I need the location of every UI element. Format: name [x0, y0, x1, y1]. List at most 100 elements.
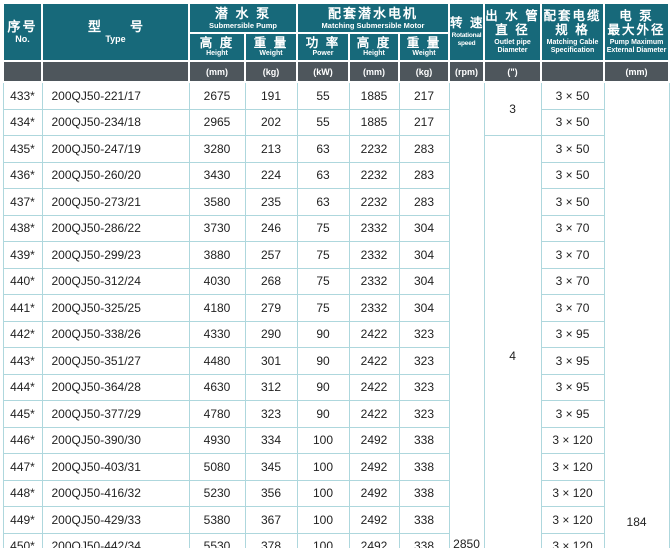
- cell-pump-weight: 312: [245, 374, 297, 401]
- cell-no: 450*: [3, 533, 42, 548]
- col-header-maxdia-zh2: 最大外径: [605, 23, 668, 37]
- col-header-outlet-en2: Diameter: [485, 47, 540, 55]
- cell-cable: 3 × 70: [541, 242, 604, 269]
- cell-motor-weight: 304: [399, 268, 449, 295]
- header-row-groups: 序号 No. 型 号 Type 潜 水 泵 Submersible Pump 配…: [3, 3, 669, 33]
- cell-pump-height: 4180: [189, 295, 245, 322]
- table-row: 450*200QJ50-442/34553037810024923383 × 1…: [3, 533, 669, 548]
- cell-power: 63: [297, 162, 349, 189]
- cell-motor-weight: 323: [399, 401, 449, 428]
- cell-motor-height: 2492: [349, 533, 399, 548]
- cell-pump-height: 5080: [189, 454, 245, 481]
- cell-power: 75: [297, 268, 349, 295]
- cell-pump-weight: 323: [245, 401, 297, 428]
- group-header-motor-en: Matching Submersible Motor: [298, 21, 448, 30]
- cell-pump-weight: 202: [245, 109, 297, 136]
- merged-cell-max-diameter: 184: [604, 82, 669, 548]
- cell-power: 63: [297, 136, 349, 163]
- cell-motor-height: 2492: [349, 507, 399, 534]
- cell-pump-weight: 246: [245, 215, 297, 242]
- cell-motor-height: 2422: [349, 401, 399, 428]
- cell-cable: 3 × 50: [541, 109, 604, 136]
- cell-motor-height: 2232: [349, 162, 399, 189]
- cell-power: 75: [297, 295, 349, 322]
- cell-pump-height: 4930: [189, 427, 245, 454]
- cell-no: 441*: [3, 295, 42, 322]
- col-header-type: 型 号 Type: [42, 3, 189, 61]
- cell-no: 446*: [3, 427, 42, 454]
- unit-pump-height: (mm): [189, 61, 245, 82]
- col-header-speed-en1: Rotational: [450, 32, 483, 40]
- cell-pump-weight: 367: [245, 507, 297, 534]
- cell-motor-weight: 338: [399, 507, 449, 534]
- cell-type: 200QJ50-299/23: [42, 242, 189, 269]
- cell-motor-height: 2422: [349, 321, 399, 348]
- unit-power: (kW): [297, 61, 349, 82]
- unit-pump-weight: (kg): [245, 61, 297, 82]
- cell-pump-weight: 213: [245, 136, 297, 163]
- table-row: 441*200QJ50-325/2541802797523323043 × 70: [3, 295, 669, 322]
- sub-header-motor-power-zh: 功 率: [298, 36, 348, 50]
- sub-header-motor-weight-en: Weight: [400, 50, 448, 58]
- cell-cable: 3 × 120: [541, 427, 604, 454]
- cell-cable: 3 × 120: [541, 480, 604, 507]
- cell-type: 200QJ50-234/18: [42, 109, 189, 136]
- table-row: 447*200QJ50-403/31508034510024923383 × 1…: [3, 454, 669, 481]
- cell-pump-height: 2675: [189, 82, 245, 109]
- table-row: 445*200QJ50-377/2947803239024223233 × 95: [3, 401, 669, 428]
- table-row: 440*200QJ50-312/2440302687523323043 × 70: [3, 268, 669, 295]
- cell-type: 200QJ50-286/22: [42, 215, 189, 242]
- cell-motor-weight: 323: [399, 321, 449, 348]
- cell-cable: 3 × 120: [541, 507, 604, 534]
- table-row: 434*200QJ50-234/1829652025518852173 × 50: [3, 109, 669, 136]
- cell-power: 90: [297, 374, 349, 401]
- unit-motor-weight: (kg): [399, 61, 449, 82]
- cell-motor-height: 2332: [349, 268, 399, 295]
- cell-no: 434*: [3, 109, 42, 136]
- table-row: 446*200QJ50-390/30493033410024923383 × 1…: [3, 427, 669, 454]
- cell-motor-height: 2422: [349, 348, 399, 375]
- cell-power: 55: [297, 82, 349, 109]
- cell-type: 200QJ50-312/24: [42, 268, 189, 295]
- col-header-speed-en2: speed: [450, 40, 483, 48]
- cell-motor-height: 2492: [349, 427, 399, 454]
- cell-pump-height: 3580: [189, 189, 245, 216]
- col-header-cable-zh1: 配套电缆: [542, 9, 603, 23]
- cell-cable: 3 × 95: [541, 401, 604, 428]
- cell-type: 200QJ50-338/26: [42, 321, 189, 348]
- cell-cable: 3 × 50: [541, 136, 604, 163]
- cell-pump-height: 4780: [189, 401, 245, 428]
- cell-motor-weight: 338: [399, 480, 449, 507]
- unit-cable: [541, 61, 604, 82]
- table-header: 序号 No. 型 号 Type 潜 水 泵 Submersible Pump 配…: [3, 3, 669, 82]
- cell-pump-height: 4330: [189, 321, 245, 348]
- cell-motor-weight: 304: [399, 215, 449, 242]
- cell-pump-height: 3730: [189, 215, 245, 242]
- col-header-outlet-zh1: 出 水 管: [485, 9, 540, 23]
- cell-pump-height: 3430: [189, 162, 245, 189]
- col-header-type-en: Type: [43, 34, 188, 45]
- col-header-no: 序号 No.: [3, 3, 42, 61]
- cell-motor-weight: 217: [399, 109, 449, 136]
- cell-pump-weight: 345: [245, 454, 297, 481]
- merged-cell-outlet-4: 4: [484, 136, 541, 548]
- cell-motor-height: 2232: [349, 136, 399, 163]
- group-header-motor: 配套潜水电机 Matching Submersible Motor: [297, 3, 449, 33]
- cell-motor-height: 2492: [349, 454, 399, 481]
- unit-maxdia: (mm): [604, 61, 669, 82]
- sub-header-pump-height-zh: 高 度: [190, 36, 244, 50]
- cell-pump-height: 4630: [189, 374, 245, 401]
- cell-no: 444*: [3, 374, 42, 401]
- table-row: 442*200QJ50-338/2643302909024223233 × 95: [3, 321, 669, 348]
- sub-header-pump-weight-en: Weight: [246, 50, 296, 58]
- merged-cell-outlet-3: 3: [484, 82, 541, 136]
- cell-power: 100: [297, 454, 349, 481]
- cell-no: 448*: [3, 480, 42, 507]
- cell-motor-weight: 323: [399, 374, 449, 401]
- table-row: 435*200QJ50-247/19328021363223228343 × 5…: [3, 136, 669, 163]
- merged-cell-speed: 2850: [449, 82, 484, 548]
- cell-cable: 3 × 95: [541, 374, 604, 401]
- col-header-cable-en1: Matching Cable: [542, 39, 603, 47]
- cell-power: 100: [297, 427, 349, 454]
- cell-cable: 3 × 95: [541, 321, 604, 348]
